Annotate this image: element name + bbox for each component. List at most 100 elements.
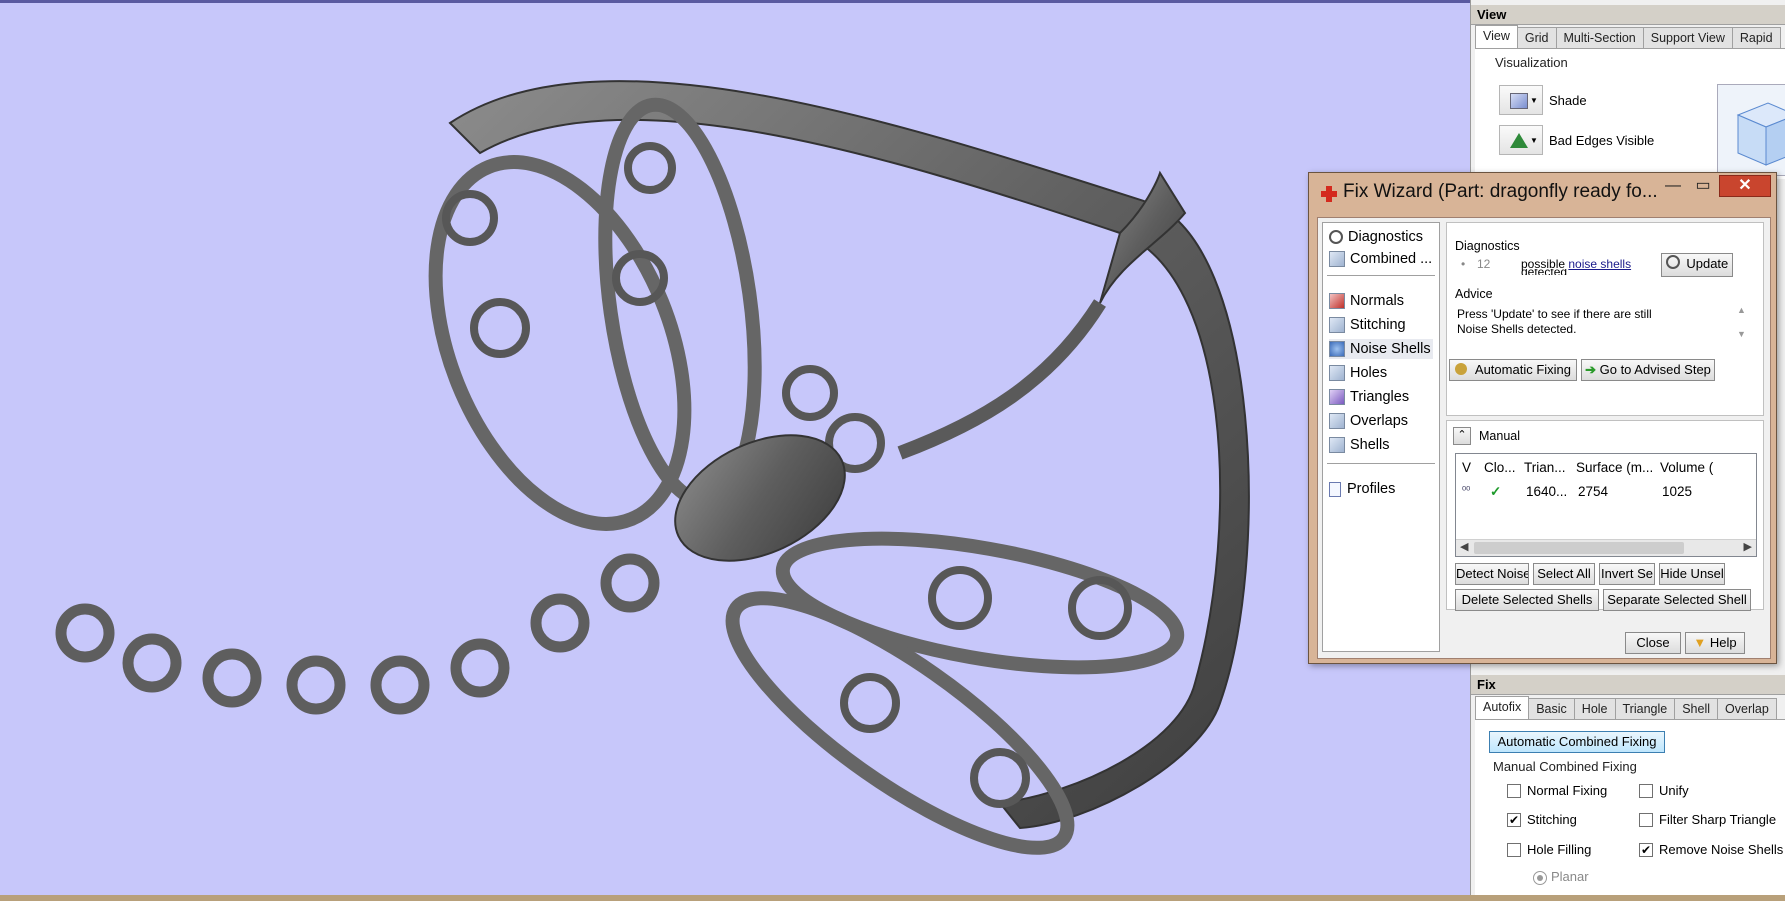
automatic-fixing-button[interactable]: Automatic Fixing [1449, 359, 1577, 381]
hole-filling-checkbox[interactable] [1507, 843, 1521, 857]
hide-unselected-button[interactable]: Hide Unsel [1659, 563, 1725, 585]
manual-label: Manual [1479, 429, 1520, 443]
nav-item-triangles[interactable]: Triangles [1329, 387, 1409, 407]
noise-shells-icon [1329, 341, 1345, 357]
nav-item-profiles[interactable]: Profiles [1329, 479, 1395, 499]
unify-checkbox[interactable] [1639, 784, 1653, 798]
visibility-icon[interactable]: ᵒᵒ [1462, 484, 1470, 496]
noise-shells-link[interactable]: noise shells [1568, 257, 1631, 271]
delete-selected-shells-button[interactable]: Delete Selected Shells [1455, 589, 1599, 611]
column-header-v[interactable]: V [1462, 460, 1471, 475]
scroll-down-icon[interactable]: ▼ [1737, 329, 1746, 339]
nav-item-diagnostics[interactable]: Diagnostics [1329, 227, 1423, 247]
view-tab-body: Visualization ▼ Shade ▼ Bad Edges Visibl… [1475, 48, 1785, 179]
planar-label: Planar [1551, 869, 1589, 884]
tab-support-view[interactable]: Support View [1642, 27, 1733, 48]
bad-edges-dropdown-button[interactable]: ▼ [1499, 125, 1543, 155]
advice-label: Advice [1453, 287, 1495, 301]
separate-selected-shell-button[interactable]: Separate Selected Shell [1603, 589, 1751, 611]
fix-panel-title: Fix [1471, 675, 1785, 695]
filter-sharp-triangle-checkbox[interactable] [1639, 813, 1653, 827]
tab-hole[interactable]: Hole [1573, 698, 1616, 719]
nav-item-label: Profiles [1347, 481, 1396, 497]
gears-icon [1455, 363, 1467, 375]
nav-item-combined[interactable]: Combined ... [1329, 249, 1432, 269]
nav-item-label: Stitching [1350, 317, 1406, 333]
view-tabs: View Grid Multi-Section Support View Rap… [1475, 25, 1781, 49]
normal-fixing-checkbox[interactable] [1507, 784, 1521, 798]
diagnostics-label: Diagnostics [1453, 239, 1522, 253]
scroll-right-icon[interactable]: ▶ [1744, 540, 1752, 553]
fix-tabs: Autofix Basic Hole Triangle Shell Overla… [1475, 696, 1777, 720]
wizard-title-bar[interactable]: Fix Wizard (Part: dragonfly ready fo... … [1309, 173, 1776, 213]
horizontal-scrollbar[interactable]: ◀ ▶ [1456, 539, 1756, 556]
top-section: Diagnostics • 12 possible noise shells d… [1446, 222, 1764, 416]
shade-dropdown-button[interactable]: ▼ [1499, 85, 1543, 115]
nav-item-noise-shells[interactable]: Noise Shells [1329, 339, 1433, 359]
close-window-button[interactable]: ✕ [1719, 175, 1771, 197]
nav-item-holes[interactable]: Holes [1329, 363, 1387, 383]
collapse-button[interactable]: ⌃ [1453, 427, 1471, 445]
nav-item-label: Holes [1350, 365, 1388, 381]
nav-divider [1327, 463, 1435, 464]
invert-selection-button[interactable]: Invert Se [1599, 563, 1655, 585]
scroll-thumb[interactable] [1474, 542, 1684, 554]
3d-viewport[interactable] [0, 0, 1470, 895]
help-icon: ▼ [1693, 635, 1707, 650]
magnifier-icon [1329, 230, 1343, 244]
manual-section: ⌃ Manual V Clo... Trian... Surface (m...… [1446, 420, 1764, 611]
nav-item-shells[interactable]: Shells [1329, 435, 1390, 455]
filter-sharp-triangle-label: Filter Sharp Triangle [1659, 812, 1777, 827]
scroll-up-icon[interactable]: ▲ [1737, 305, 1746, 315]
tab-basic[interactable]: Basic [1528, 698, 1575, 719]
nav-item-label: Shells [1350, 437, 1390, 453]
triangles-icon [1329, 389, 1345, 405]
stitching-label: Stitching [1527, 812, 1577, 827]
minimize-button[interactable]: — [1659, 176, 1687, 198]
tab-rapid[interactable]: Rapid [1731, 27, 1781, 48]
close-button[interactable]: Close [1625, 632, 1681, 654]
tab-view[interactable]: View [1475, 25, 1518, 48]
bullet: • [1461, 257, 1466, 271]
fix-wizard-dialog: Fix Wizard (Part: dragonfly ready fo... … [1308, 172, 1777, 664]
tab-autofix[interactable]: Autofix [1475, 696, 1530, 719]
tab-grid[interactable]: Grid [1516, 27, 1557, 48]
stitching-icon [1329, 317, 1345, 333]
maximize-button[interactable]: ▭ [1689, 176, 1717, 198]
view-cube[interactable] [1717, 84, 1785, 176]
detect-noise-button[interactable]: Detect Noise [1455, 563, 1529, 585]
nav-item-label: Noise Shells [1350, 341, 1431, 357]
nav-item-overlaps[interactable]: Overlaps [1329, 411, 1408, 431]
nav-item-stitching[interactable]: Stitching [1329, 315, 1406, 335]
planar-radio[interactable] [1533, 871, 1547, 885]
red-cross-icon [1321, 186, 1337, 202]
scroll-left-icon[interactable]: ◀ [1460, 540, 1468, 553]
column-header-surface[interactable]: Surface (m... [1576, 460, 1653, 475]
help-label: Help [1709, 635, 1737, 650]
wizard-nav: Diagnostics Combined ... Normals Stitchi… [1322, 222, 1440, 652]
checkmark-icon: ✔ [1508, 813, 1520, 827]
column-header-volume[interactable]: Volume ( [1660, 460, 1713, 475]
column-header-closed[interactable]: Clo... [1484, 460, 1516, 475]
nav-divider [1327, 275, 1435, 276]
chevron-down-icon: ▼ [1530, 96, 1538, 105]
tab-triangle[interactable]: Triangle [1614, 698, 1676, 719]
go-to-advised-step-button[interactable]: ➔ Go to Advised Step [1581, 359, 1715, 381]
wizard-title: Fix Wizard (Part: dragonfly ready fo... [1343, 181, 1658, 202]
help-button[interactable]: ▼ Help [1685, 632, 1745, 654]
stitching-checkbox[interactable]: ✔ [1507, 813, 1521, 827]
column-header-triangles[interactable]: Trian... [1524, 460, 1566, 475]
wizard-body: Diagnostics Combined ... Normals Stitchi… [1317, 217, 1771, 659]
checkmark-icon: ✔ [1640, 843, 1652, 857]
remove-noise-shells-label: Remove Noise Shells [1659, 842, 1784, 857]
nav-item-normals[interactable]: Normals [1329, 291, 1404, 311]
tab-multi-section[interactable]: Multi-Section [1555, 27, 1644, 48]
tab-overlap[interactable]: Overlap [1717, 698, 1777, 719]
tab-shell[interactable]: Shell [1674, 698, 1719, 719]
normal-fixing-label: Normal Fixing [1527, 783, 1608, 798]
remove-noise-shells-checkbox[interactable]: ✔ [1639, 843, 1653, 857]
automatic-combined-fixing-button[interactable]: Automatic Combined Fixing [1489, 731, 1665, 753]
update-button[interactable]: Update [1661, 253, 1733, 277]
select-all-button[interactable]: Select All [1533, 563, 1595, 585]
chevron-down-icon: ▼ [1530, 136, 1538, 145]
